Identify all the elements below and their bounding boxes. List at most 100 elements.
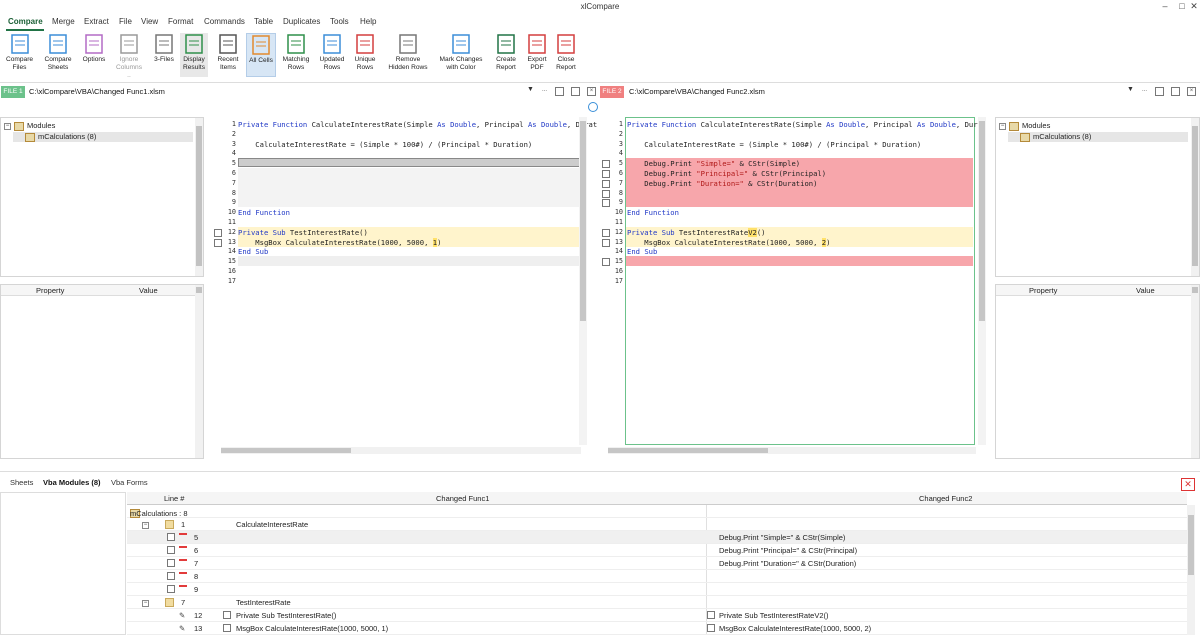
matching-rows-button[interactable]: Matching Rows [280, 33, 312, 77]
three-files-button[interactable]: 3-Files [149, 33, 179, 77]
display-results-button[interactable]: Display Results [180, 33, 208, 77]
code-line[interactable]: MsgBox CalculateInterestRate(1000, 5000,… [238, 237, 441, 248]
code-line[interactable]: Private Function CalculateInterestRate(S… [627, 120, 986, 130]
close-icon[interactable]: ✕ [1188, 1, 1200, 12]
merge-checkbox[interactable] [602, 238, 610, 247]
close-report-button[interactable]: Close Report [552, 33, 580, 77]
merge-checkbox[interactable] [602, 160, 610, 169]
menu-table[interactable]: Table [254, 17, 273, 26]
code-line[interactable]: Debug.Print "Principal=" & CStr(Principa… [627, 169, 826, 179]
code-line[interactable]: Private Sub TestInterestRateV2() [627, 227, 766, 238]
menu-duplicates[interactable]: Duplicates [283, 17, 320, 26]
tab-vba-forms[interactable]: Vba Forms [111, 478, 148, 487]
merge-checkbox[interactable] [602, 179, 610, 188]
file2-path[interactable]: C:\xlCompare\VBA\Changed Func2.xlsm [629, 87, 765, 96]
row-left-checkbox[interactable] [223, 611, 231, 619]
menu-compare[interactable]: Compare [8, 17, 43, 26]
merge-checkbox[interactable] [602, 189, 610, 198]
compare-files-button[interactable]: Compare Files [3, 33, 36, 77]
remove-hidden-rows-button[interactable]: Remove Hidden Rows [385, 33, 431, 77]
compare-sheets-button[interactable]: Compare Sheets [43, 33, 73, 77]
left-tree-root[interactable]: − Modules [4, 121, 55, 131]
row-checkbox[interactable] [167, 559, 175, 567]
merge-checkbox[interactable] [214, 238, 222, 247]
right-tree-scrollbar[interactable] [1191, 118, 1199, 276]
menu-commands[interactable]: Commands [204, 17, 245, 26]
menu-tools[interactable]: Tools [330, 17, 349, 26]
code-line[interactable]: Debug.Print "Duration=" & CStr(Duration) [627, 179, 817, 189]
results-root-row[interactable]: −mCalculations : 8 [127, 505, 1187, 518]
file2-dropdown-icon[interactable]: ▼ [1127, 86, 1134, 93]
export-pdf-button[interactable]: Export PDF [524, 33, 550, 77]
file1-path[interactable]: C:\xlCompare\VBA\Changed Func1.xlsm [29, 87, 165, 96]
sync-scroll-icon[interactable] [588, 102, 598, 112]
table-row[interactable]: ✎ 13 MsgBox CalculateInterestRate(1000, 50… [127, 622, 1187, 635]
merge-checkbox[interactable] [602, 228, 610, 237]
table-row[interactable]: 8 [127, 570, 1187, 583]
row-checkbox[interactable] [167, 533, 175, 541]
recent-items-button[interactable]: Recent Items [214, 33, 242, 77]
file2-browse-icon[interactable]: ... [1140, 87, 1149, 96]
code-line[interactable]: End Function [627, 208, 679, 218]
row-right-checkbox[interactable] [707, 624, 715, 632]
right-code-scrollbar[interactable] [978, 117, 986, 445]
left-tree-module[interactable]: mCalculations (8) [13, 132, 193, 142]
left-property-scrollbar[interactable] [195, 285, 203, 458]
file1-browse-icon[interactable]: ... [540, 87, 549, 96]
menu-help[interactable]: Help [360, 17, 376, 26]
right-property-scrollbar[interactable] [1191, 285, 1199, 458]
code-line[interactable]: CalculateInterestRate = (Simple * 100#) … [627, 140, 921, 150]
all-cells-button[interactable]: All Cells [246, 33, 276, 77]
table-row[interactable]: 5 Debug.Print "Simple=" & CStr(Simple) [127, 531, 1187, 544]
code-line[interactable]: Debug.Print "Simple=" & CStr(Simple) [627, 159, 800, 169]
merge-checkbox[interactable] [602, 258, 610, 267]
left-code-hscrollbar[interactable] [221, 447, 581, 454]
menu-format[interactable]: Format [168, 17, 193, 26]
unique-rows-button[interactable]: Unique Rows [350, 33, 380, 77]
code-line[interactable]: MsgBox CalculateInterestRate(1000, 5000,… [627, 237, 830, 248]
row-left-checkbox[interactable] [223, 624, 231, 632]
close-results-icon[interactable]: ✕ [1181, 478, 1195, 491]
right-tree-root[interactable]: − Modules [999, 121, 1050, 131]
code-line[interactable]: Private Function CalculateInterestRate(S… [238, 120, 597, 130]
row-right-checkbox[interactable] [707, 611, 715, 619]
file2-save-icon[interactable] [1155, 87, 1164, 96]
code-line[interactable]: Private Sub TestInterestRate() [238, 228, 368, 238]
menu-merge[interactable]: Merge [52, 17, 75, 26]
merge-checkbox[interactable] [602, 199, 610, 208]
table-row[interactable]: −1 CalculateInterestRate [127, 518, 1187, 531]
file1-close-icon[interactable]: × [587, 87, 596, 96]
file1-save-icon[interactable] [555, 87, 564, 96]
file2-saveas-icon[interactable] [1171, 87, 1180, 96]
menu-file[interactable]: File [119, 17, 132, 26]
menu-view[interactable]: View [141, 17, 158, 26]
code-line[interactable]: End Function [238, 208, 290, 218]
row-checkbox[interactable] [167, 585, 175, 593]
table-row[interactable]: 7 Debug.Print "Duration=" & CStr(Duration… [127, 557, 1187, 570]
options-button[interactable]: Options [80, 33, 108, 77]
mark-changes-button[interactable]: Mark Changes with Color [437, 33, 485, 77]
code-line[interactable]: End Sub [238, 247, 268, 257]
right-tree-module[interactable]: mCalculations (8) [1008, 132, 1188, 142]
file1-dropdown-icon[interactable]: ▼ [527, 86, 534, 93]
table-row[interactable]: 6 Debug.Print "Principal=" & CStr(Princip… [127, 544, 1187, 557]
results-scrollbar[interactable] [1187, 505, 1195, 635]
file2-close-icon[interactable]: × [1187, 87, 1196, 96]
updated-rows-button[interactable]: Updated Rows [316, 33, 348, 77]
table-row[interactable]: ✎ 12 Private Sub TestInterestRate() Private… [127, 609, 1187, 622]
create-report-button[interactable]: Create Report [492, 33, 520, 77]
right-code-hscrollbar[interactable] [608, 447, 976, 454]
code-line[interactable]: End Sub [627, 247, 657, 257]
code-line[interactable]: CalculateInterestRate = (Simple * 100#) … [238, 140, 532, 150]
left-code-scrollbar[interactable] [579, 117, 587, 445]
table-row[interactable]: 9 [127, 583, 1187, 596]
tab-sheets[interactable]: Sheets [10, 478, 33, 487]
table-row[interactable]: −7 TestInterestRate [127, 596, 1187, 609]
merge-checkbox[interactable] [214, 228, 222, 237]
left-tree-scrollbar[interactable] [195, 118, 203, 276]
row-checkbox[interactable] [167, 572, 175, 580]
menu-extract[interactable]: Extract [84, 17, 109, 26]
row-checkbox[interactable] [167, 546, 175, 554]
merge-checkbox[interactable] [602, 170, 610, 178]
ignore-columns-button[interactable]: Ignore Columns .. [114, 33, 144, 79]
